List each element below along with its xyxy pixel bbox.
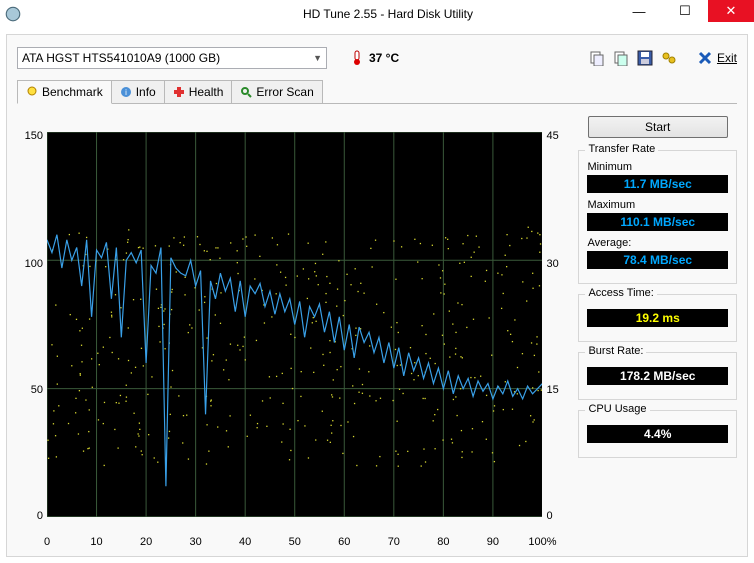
y-axis-left: 150 100 50 0 xyxy=(21,132,45,534)
options-icon[interactable] xyxy=(661,50,677,66)
tab-health-label: Health xyxy=(189,85,224,99)
cpu-usage-value: 4.4% xyxy=(587,425,728,443)
maximum-value: 110.1 MB/sec xyxy=(587,213,728,231)
maximum-label: Maximum xyxy=(587,199,728,211)
tab-health[interactable]: Health xyxy=(165,80,233,104)
health-icon xyxy=(173,86,185,98)
window-controls: — ☐ ✕ xyxy=(616,0,754,22)
svg-text:i: i xyxy=(125,88,127,97)
average-value: 78.4 MB/sec xyxy=(587,251,728,269)
burst-rate-title: Burst Rate: xyxy=(585,345,646,357)
exit-label: Exit xyxy=(717,51,737,65)
info-icon: i xyxy=(120,86,132,98)
top-row: ATA HGST HTS541010A9 (1000 GB) ▼ 37 °C E… xyxy=(17,47,737,69)
cpu-usage-title: CPU Usage xyxy=(585,403,649,415)
transfer-rate-title: Transfer Rate xyxy=(585,143,658,155)
copy-text-icon[interactable] xyxy=(589,50,605,66)
exit-icon xyxy=(697,50,713,66)
temperature-value: 37 °C xyxy=(369,51,399,65)
minimum-label: Minimum xyxy=(587,161,728,173)
tab-info[interactable]: i Info xyxy=(112,80,165,104)
save-icon[interactable] xyxy=(637,50,653,66)
close-button[interactable]: ✕ xyxy=(708,0,754,22)
tab-info-label: Info xyxy=(136,85,156,99)
tab-errorscan-label: Error Scan xyxy=(256,85,313,99)
tab-bar: Benchmark i Info Health Error Scan xyxy=(17,79,737,104)
copy-screenshot-icon[interactable] xyxy=(613,50,629,66)
transfer-rate-group: Transfer Rate Minimum 11.7 MB/sec Maximu… xyxy=(578,150,737,284)
magnifier-icon xyxy=(240,86,252,98)
main-row: MB/sec ms 150 100 50 0 45 xyxy=(17,116,737,556)
access-time-title: Access Time: xyxy=(585,287,656,299)
tab-benchmark-label: Benchmark xyxy=(42,85,103,99)
benchmark-chart xyxy=(47,132,542,517)
toolbar-icons xyxy=(589,50,677,66)
x-axis: 0102030405060708090100% xyxy=(47,536,542,550)
start-button[interactable]: Start xyxy=(588,116,728,138)
content-panel: ATA HGST HTS541010A9 (1000 GB) ▼ 37 °C E… xyxy=(6,34,748,557)
exit-button[interactable]: Exit xyxy=(697,50,737,66)
minimize-button[interactable]: — xyxy=(616,0,662,22)
maximize-button[interactable]: ☐ xyxy=(662,0,708,22)
access-time-value: 19.2 ms xyxy=(587,309,728,327)
chevron-down-icon: ▼ xyxy=(313,53,322,63)
burst-rate-group: Burst Rate: 178.2 MB/sec xyxy=(578,352,737,400)
tab-benchmark[interactable]: Benchmark xyxy=(17,80,112,104)
tab-errorscan[interactable]: Error Scan xyxy=(232,80,322,104)
thermometer-icon xyxy=(349,50,365,66)
access-time-group: Access Time: 19.2 ms xyxy=(578,294,737,342)
y-axis-right: 45 30 15 0 xyxy=(544,132,562,534)
bulb-icon xyxy=(26,86,38,98)
titlebar: HD Tune 2.55 - Hard Disk Utility — ☐ ✕ xyxy=(0,0,754,28)
drive-select[interactable]: ATA HGST HTS541010A9 (1000 GB) ▼ xyxy=(17,47,327,69)
temperature-display: 37 °C xyxy=(349,50,399,66)
drive-selected-text: ATA HGST HTS541010A9 (1000 GB) xyxy=(22,51,220,65)
average-label: Average: xyxy=(587,237,728,249)
side-panel: Start Transfer Rate Minimum 11.7 MB/sec … xyxy=(578,116,737,556)
cpu-usage-group: CPU Usage 4.4% xyxy=(578,410,737,458)
burst-rate-value: 178.2 MB/sec xyxy=(587,367,728,385)
app-icon xyxy=(4,5,22,23)
minimum-value: 11.7 MB/sec xyxy=(587,175,728,193)
chart-area: MB/sec ms 150 100 50 0 45 xyxy=(17,116,570,556)
